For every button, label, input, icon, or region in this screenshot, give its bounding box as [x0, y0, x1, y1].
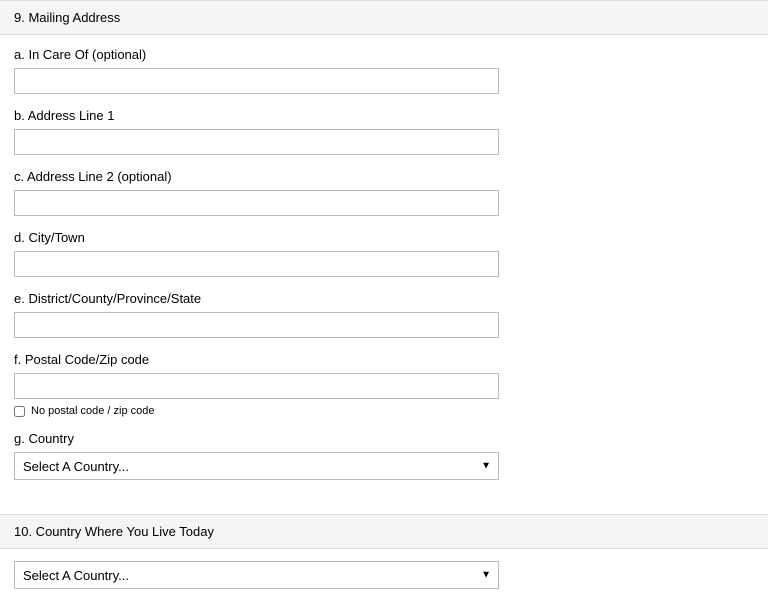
section-9-header: 9. Mailing Address	[0, 0, 768, 35]
field-in-care-of: a. In Care Of (optional)	[14, 47, 754, 94]
input-postal-code[interactable]	[14, 373, 499, 399]
field-postal-code: f. Postal Code/Zip code No postal code /…	[14, 352, 754, 417]
label-address-line-1: b. Address Line 1	[14, 108, 754, 123]
section-10-body: Select A Country... ▼	[0, 549, 768, 607]
input-district[interactable]	[14, 312, 499, 338]
field-address-line-2: c. Address Line 2 (optional)	[14, 169, 754, 216]
section-10-header: 10. Country Where You Live Today	[0, 514, 768, 549]
section-9-title: 9. Mailing Address	[14, 10, 120, 25]
input-city-town[interactable]	[14, 251, 499, 277]
input-address-line-2[interactable]	[14, 190, 499, 216]
input-in-care-of[interactable]	[14, 68, 499, 94]
input-address-line-1[interactable]	[14, 129, 499, 155]
select-country[interactable]: Select A Country...	[14, 452, 499, 480]
section-9-body: a. In Care Of (optional) b. Address Line…	[0, 35, 768, 498]
label-district: e. District/County/Province/State	[14, 291, 754, 306]
field-country-live: Select A Country... ▼	[14, 561, 754, 589]
label-city-town: d. City/Town	[14, 230, 754, 245]
section-gap	[0, 498, 768, 514]
field-city-town: d. City/Town	[14, 230, 754, 277]
field-district: e. District/County/Province/State	[14, 291, 754, 338]
label-postal-code: f. Postal Code/Zip code	[14, 352, 754, 367]
label-no-postal: No postal code / zip code	[31, 405, 155, 417]
select-country-live-wrapper: Select A Country... ▼	[14, 561, 499, 589]
field-country: g. Country Select A Country... ▼	[14, 431, 754, 480]
select-country-live[interactable]: Select A Country...	[14, 561, 499, 589]
label-country: g. Country	[14, 431, 754, 446]
select-country-wrapper: Select A Country... ▼	[14, 452, 499, 480]
section-10-title: 10. Country Where You Live Today	[14, 524, 214, 539]
field-address-line-1: b. Address Line 1	[14, 108, 754, 155]
checkbox-no-postal[interactable]	[14, 406, 25, 417]
label-address-line-2: c. Address Line 2 (optional)	[14, 169, 754, 184]
label-in-care-of: a. In Care Of (optional)	[14, 47, 754, 62]
no-postal-row: No postal code / zip code	[14, 405, 754, 417]
